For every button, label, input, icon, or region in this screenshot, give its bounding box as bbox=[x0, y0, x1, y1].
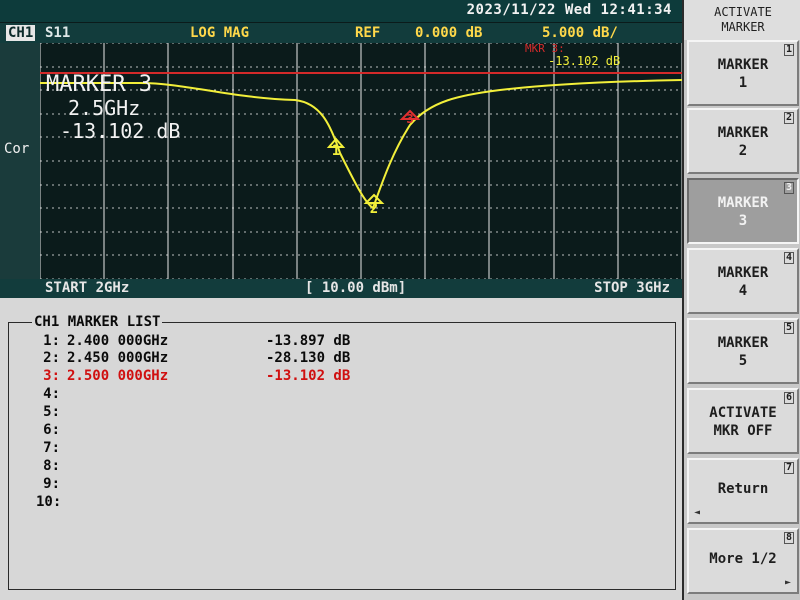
marker-readout-title: MARKER 3 bbox=[46, 72, 152, 97]
ref-label: REF bbox=[355, 25, 381, 41]
scale-value: 5.000 dB/ bbox=[542, 25, 618, 41]
softkey-menu-title: ACTIVATE MARKER bbox=[684, 0, 800, 40]
marker-list-row-active[interactable]: 3: 2.500 000GHz -13.102 dB bbox=[0, 368, 682, 386]
marker-list-row[interactable]: 8: bbox=[0, 458, 682, 476]
softkey-number: 6 bbox=[783, 392, 794, 404]
softkey-label: More 1/2 bbox=[709, 551, 777, 567]
marker-list-row[interactable]: 7: bbox=[0, 440, 682, 458]
start-frequency: START 2GHz bbox=[45, 280, 130, 296]
marker-index: 7: bbox=[43, 440, 60, 456]
softkey-label: ACTIVATE MKR OFF bbox=[709, 405, 777, 439]
marker-list-row[interactable]: 5: bbox=[0, 404, 682, 422]
softkey-marker-2[interactable]: MARKER 2 2 bbox=[687, 108, 799, 174]
softkey-number: 8 bbox=[783, 532, 794, 544]
marker-corner-value: -13.102 dB bbox=[548, 54, 620, 68]
marker-list-row[interactable]: 2: 2.450 000GHz -28.130 dB bbox=[0, 350, 682, 368]
softkey-marker-3[interactable]: MARKER 3 3 bbox=[687, 178, 799, 244]
softkey-number: 7 bbox=[783, 462, 794, 474]
marker-readout-frequency: 2.5GHz bbox=[68, 96, 140, 120]
softkey-activate-mkr-off[interactable]: ACTIVATE MKR OFF 6 bbox=[687, 388, 799, 454]
marker-list-row[interactable]: 10: bbox=[0, 494, 682, 512]
softkey-marker-5[interactable]: MARKER 5 5 bbox=[687, 318, 799, 384]
source-power: [ 10.00 dBm] bbox=[305, 280, 407, 296]
marker-3-label: 3 bbox=[406, 112, 413, 126]
marker-list-row[interactable]: 4: bbox=[0, 386, 682, 404]
marker-list-title: CH1 MARKER LIST bbox=[32, 314, 163, 330]
marker-1-label: 1 bbox=[332, 143, 340, 159]
marker-index: 5: bbox=[43, 404, 60, 420]
softkey-more-1-2[interactable]: More 1/2 8 ► bbox=[687, 528, 799, 594]
format-label: LOG MAG bbox=[190, 25, 250, 41]
marker-index: 9: bbox=[43, 476, 60, 492]
marker-value: -28.130 dB bbox=[266, 350, 351, 366]
softkey-number: 4 bbox=[783, 252, 794, 264]
softkey-number: 1 bbox=[783, 44, 794, 56]
marker-list-row[interactable]: 9: bbox=[0, 476, 682, 494]
title-bar: 2023/11/22 Wed 12:41:34 bbox=[0, 0, 682, 22]
marker-frequency: 2.450 000GHz bbox=[67, 350, 169, 366]
marker-index: 4: bbox=[43, 386, 60, 402]
marker-index: 1: bbox=[43, 333, 60, 349]
softkey-marker-4[interactable]: MARKER 4 4 bbox=[687, 248, 799, 314]
marker-frequency: 2.400 000GHz bbox=[67, 333, 169, 349]
stop-frequency: STOP 3GHz bbox=[594, 280, 670, 296]
softkey-number: 3 bbox=[783, 182, 794, 194]
left-arrow-icon: ◄ bbox=[694, 507, 701, 518]
softkey-label: MARKER 3 bbox=[717, 195, 769, 229]
marker-2-label: 2 bbox=[370, 201, 378, 217]
marker-index: 3: bbox=[43, 368, 60, 384]
softkey-label: MARKER 1 bbox=[717, 57, 769, 91]
softkey-label: MARKER 5 bbox=[717, 335, 769, 369]
datetime: 2023/11/22 Wed 12:41:34 bbox=[466, 2, 672, 18]
plot-area[interactable]: Cor 1 2 3 MKR 3: -13.102 dB MARKER 3 2.5… bbox=[0, 43, 682, 279]
softkey-number: 2 bbox=[783, 112, 794, 124]
frequency-axis-bar: START 2GHz [ 10.00 dBm] STOP 3GHz bbox=[0, 279, 682, 298]
marker-list-row[interactable]: 1: 2.400 000GHz -13.897 dB bbox=[0, 333, 682, 351]
marker-frequency: 2.500 000GHz bbox=[67, 368, 169, 384]
softkey-label: MARKER 4 bbox=[717, 265, 769, 299]
correction-label: Cor bbox=[4, 141, 30, 157]
softkey-panel: ACTIVATE MARKER MARKER 1 1 MARKER 2 2 MA… bbox=[682, 0, 800, 600]
channel-header: CH1 S11 LOG MAG REF 0.000 dB 5.000 dB/ bbox=[0, 23, 682, 43]
softkey-menu-title-text: ACTIVATE MARKER bbox=[714, 5, 772, 34]
softkey-label: Return bbox=[717, 481, 769, 497]
marker-index: 8: bbox=[43, 458, 60, 474]
s11-trace-plot[interactable]: 1 2 3 MKR 3: -13.102 dB MARKER 3 2.5GHz … bbox=[40, 43, 682, 279]
plot-left-strip: Cor bbox=[0, 43, 40, 279]
parameter-label: S11 bbox=[45, 25, 71, 41]
right-arrow-icon: ► bbox=[784, 577, 791, 588]
ref-value: 0.000 dB bbox=[415, 25, 483, 41]
marker-index: 2: bbox=[43, 350, 60, 366]
softkey-number: 5 bbox=[783, 322, 794, 334]
channel-badge: CH1 bbox=[6, 25, 36, 41]
marker-index: 10: bbox=[36, 494, 62, 510]
softkey-label: MARKER 2 bbox=[717, 125, 769, 159]
marker-value: -13.897 dB bbox=[266, 333, 351, 349]
marker-list-panel: CH1 MARKER LIST 1: 2.400 000GHz -13.897 … bbox=[0, 298, 682, 600]
softkey-return[interactable]: Return 7 ◄ bbox=[687, 458, 799, 524]
marker-list-row[interactable]: 6: bbox=[0, 422, 682, 440]
marker-readout-value: -13.102 dB bbox=[60, 119, 180, 143]
marker-index: 6: bbox=[43, 422, 60, 438]
marker-value: -13.102 dB bbox=[266, 368, 351, 384]
softkey-marker-1[interactable]: MARKER 1 1 bbox=[687, 40, 799, 106]
